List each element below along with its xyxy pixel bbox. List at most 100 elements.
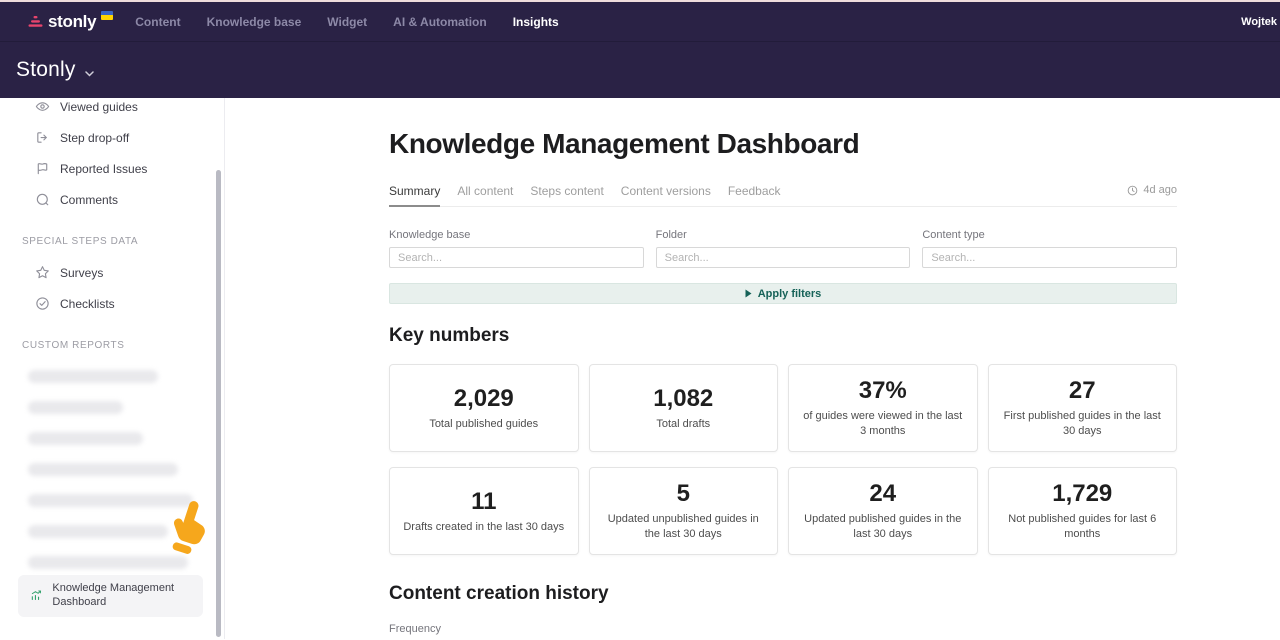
bar-chart-trend-icon	[30, 588, 42, 604]
sidebar-item-label: Checklists	[60, 297, 115, 311]
topnav-item-content[interactable]: Content	[135, 15, 180, 29]
top-navbar: stonly Content Knowledge base Widget AI …	[0, 2, 1280, 42]
custom-report-redacted[interactable]	[0, 423, 224, 454]
tab-steps-content[interactable]: Steps content	[530, 184, 603, 206]
stat-card-updated-unpublished-30d: 5 Updated unpublished guides in the last…	[589, 467, 779, 555]
sidebar-section-special-steps-data: SPECIAL STEPS DATA	[0, 226, 224, 257]
custom-report-redacted[interactable]	[0, 547, 224, 578]
tabs-row: Summary All content Steps content Conten…	[389, 184, 1177, 207]
custom-report-redacted[interactable]	[0, 516, 224, 547]
apply-filters-button[interactable]: Apply filters	[389, 283, 1177, 304]
tab-feedback[interactable]: Feedback	[728, 184, 781, 206]
flag-icon	[35, 161, 50, 176]
knowledge-base-search-input[interactable]	[389, 247, 644, 268]
folder-search-input[interactable]	[656, 247, 911, 268]
eye-icon	[35, 99, 50, 114]
sidebar-item-knowledge-management-dashboard[interactable]: Knowledge Management Dashboard	[18, 575, 203, 617]
topnav-menu: Content Knowledge base Widget AI & Autom…	[135, 15, 558, 29]
stat-card-drafts-created-30d: 11 Drafts created in the last 30 days	[389, 467, 579, 555]
stat-value: 37%	[859, 377, 907, 405]
stat-label: First published guides in the last 30 da…	[1002, 409, 1164, 439]
content-creation-history-heading: Content creation history	[389, 583, 1177, 605]
stat-label: Drafts created in the last 30 days	[403, 520, 564, 535]
last-updated-text: 4d ago	[1143, 184, 1177, 196]
main-content: Knowledge Management Dashboard Summary A…	[225, 98, 1280, 639]
custom-report-redacted[interactable]	[0, 454, 224, 485]
stat-value: 5	[677, 480, 690, 508]
topnav-item-insights[interactable]: Insights	[513, 15, 559, 29]
sidebar-item-label: Surveys	[60, 266, 103, 280]
sidebar-section-custom-reports: CUSTOM REPORTS	[0, 330, 224, 361]
chevron-down-icon[interactable]	[85, 64, 94, 82]
stat-label: Updated published guides in the last 30 …	[802, 512, 964, 542]
comment-bubble-icon	[35, 192, 50, 207]
filters-row: Knowledge base Folder Content type	[389, 229, 1177, 268]
stat-label: Updated unpublished guides in the last 3…	[603, 512, 765, 542]
exit-arrow-icon	[35, 130, 50, 145]
sidebar-item-checklists[interactable]: Checklists	[0, 288, 224, 319]
filter-label: Content type	[922, 229, 1177, 241]
stat-value: 2,029	[454, 385, 514, 413]
stat-label: Total drafts	[656, 417, 710, 432]
sidebar-item-label: Comments	[60, 193, 118, 207]
stonly-logo-text: stonly	[48, 13, 96, 31]
key-numbers-grid: 2,029 Total published guides 1,082 Total…	[389, 364, 1177, 555]
page-title: Knowledge Management Dashboard	[389, 128, 1177, 160]
tab-content-versions[interactable]: Content versions	[621, 184, 711, 206]
clock-icon	[1127, 185, 1138, 196]
content-type-search-input[interactable]	[922, 247, 1177, 268]
key-numbers-heading: Key numbers	[389, 325, 1177, 347]
stat-value: 24	[869, 480, 896, 508]
sidebar-item-reported-issues[interactable]: Reported Issues	[0, 153, 224, 184]
stat-card-total-published-guides: 2,029 Total published guides	[389, 364, 579, 452]
filter-folder: Folder	[656, 229, 911, 268]
filter-label: Knowledge base	[389, 229, 644, 241]
sidebar-item-label: Step drop-off	[60, 131, 129, 145]
custom-report-redacted[interactable]	[0, 392, 224, 423]
frequency-filter: Frequency Monthly	[389, 623, 1177, 639]
sidebar-item-label: Reported Issues	[60, 162, 147, 176]
tab-all-content[interactable]: All content	[457, 184, 513, 206]
filter-label: Folder	[656, 229, 911, 241]
check-circle-icon	[35, 296, 50, 311]
sidebar-item-label: Knowledge Management Dashboard	[52, 582, 191, 610]
workspace-bar: Stonly	[0, 42, 1280, 98]
filter-content-type: Content type	[922, 229, 1177, 268]
sidebar: Viewed guides Step drop-off Reported Iss…	[0, 98, 225, 639]
tab-summary[interactable]: Summary	[389, 184, 440, 206]
sidebar-item-viewed-guides[interactable]: Viewed guides	[0, 98, 224, 122]
user-menu[interactable]: Wojtek K	[1241, 16, 1280, 28]
play-triangle-icon	[745, 289, 752, 298]
apply-filters-label: Apply filters	[758, 288, 822, 300]
ukraine-flag-icon	[101, 11, 113, 20]
last-updated: 4d ago	[1127, 184, 1177, 196]
sidebar-item-surveys[interactable]: Surveys	[0, 257, 224, 288]
stat-card-guides-viewed-pct: 37% of guides were viewed in the last 3 …	[788, 364, 978, 452]
custom-report-redacted[interactable]	[0, 485, 224, 516]
stat-value: 1,729	[1052, 480, 1112, 508]
custom-report-redacted[interactable]	[0, 361, 224, 392]
stat-label: Total published guides	[429, 417, 538, 432]
star-icon	[35, 265, 50, 280]
topnav-item-widget[interactable]: Widget	[327, 15, 367, 29]
stat-value: 1,082	[653, 385, 713, 413]
stat-card-first-published-30d: 27 First published guides in the last 30…	[988, 364, 1178, 452]
topnav-item-knowledge-base[interactable]: Knowledge base	[207, 15, 302, 29]
sidebar-scrollbar[interactable]	[216, 170, 221, 637]
workspace-name[interactable]: Stonly	[16, 58, 76, 82]
frequency-label: Frequency	[389, 623, 1177, 635]
sidebar-item-comments[interactable]: Comments	[0, 184, 224, 215]
filter-knowledge-base: Knowledge base	[389, 229, 644, 268]
stat-card-not-published-6m: 1,729 Not published guides for last 6 mo…	[988, 467, 1178, 555]
sidebar-item-label: Viewed guides	[60, 100, 138, 114]
sidebar-item-step-drop-off[interactable]: Step drop-off	[0, 122, 224, 153]
topnav-item-ai-automation[interactable]: AI & Automation	[393, 15, 487, 29]
stat-card-updated-published-30d: 24 Updated published guides in the last …	[788, 467, 978, 555]
stat-value: 27	[1069, 377, 1096, 405]
stonly-logo-icon	[28, 16, 43, 29]
stat-card-total-drafts: 1,082 Total drafts	[589, 364, 779, 452]
stat-value: 11	[471, 488, 496, 516]
stat-label: of guides were viewed in the last 3 mont…	[802, 409, 964, 439]
stonly-logo[interactable]: stonly	[28, 13, 113, 31]
stat-label: Not published guides for last 6 months	[1002, 512, 1164, 542]
